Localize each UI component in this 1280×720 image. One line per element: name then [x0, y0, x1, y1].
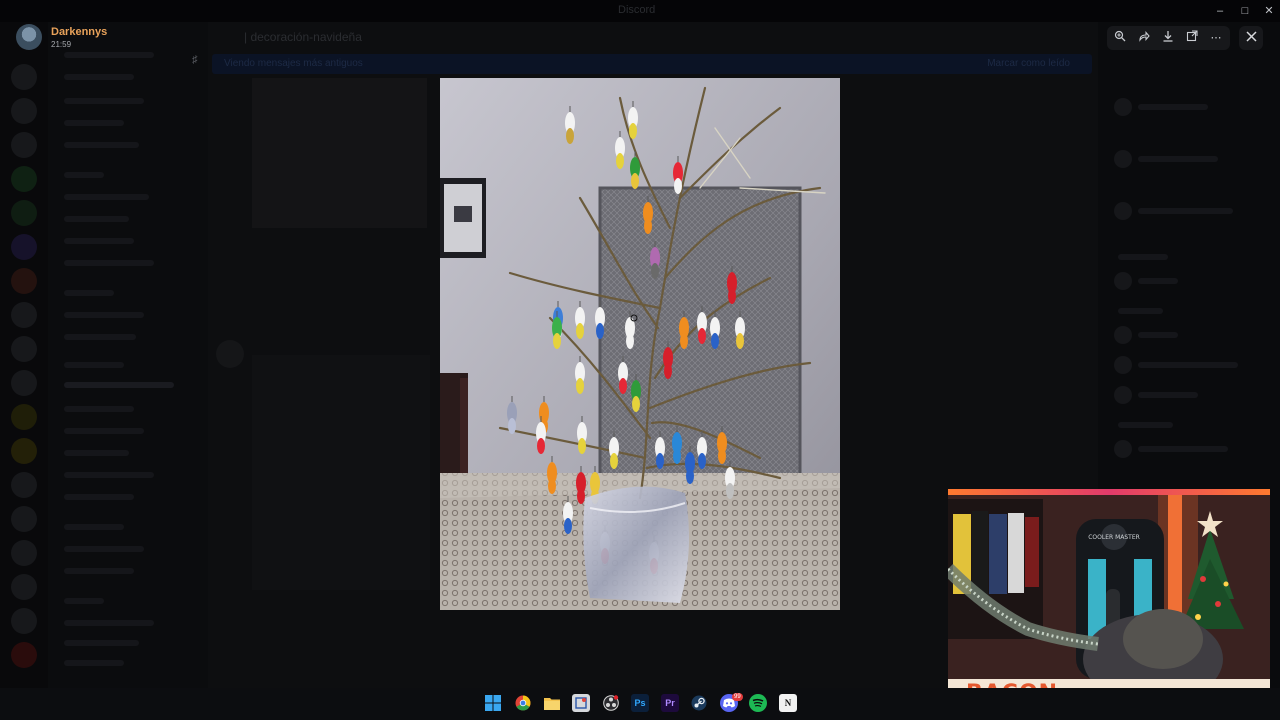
server-icon[interactable]	[11, 404, 37, 430]
chat-image-attachment[interactable]	[252, 355, 430, 590]
server-icon[interactable]	[11, 336, 37, 362]
forward-icon[interactable]	[1136, 30, 1152, 46]
server-icon[interactable]	[11, 438, 37, 464]
more-icon[interactable]: ⋯	[1208, 30, 1224, 46]
avatar[interactable]	[216, 340, 244, 368]
snipping-tool-icon[interactable]	[572, 694, 590, 712]
server-rail	[0, 22, 48, 688]
obs-icon[interactable]	[602, 694, 620, 712]
notice-text: Viendo mensajes más antiguos	[224, 58, 363, 69]
webcam-overlay: COOLER MASTER BACON	[948, 489, 1270, 710]
notion-icon[interactable]: N	[779, 694, 797, 712]
server-icon[interactable]	[11, 64, 37, 90]
window-titlebar: Discord – □ ✕	[0, 0, 1280, 22]
download-icon[interactable]	[1160, 30, 1176, 46]
mark-read-link[interactable]: Marcar como leído	[987, 58, 1070, 69]
server-icon[interactable]	[11, 302, 37, 328]
zoom-in-icon[interactable]	[1112, 30, 1128, 46]
server-icon[interactable]	[11, 98, 37, 124]
server-icon[interactable]	[11, 132, 37, 158]
premiere-icon[interactable]: Pr	[661, 694, 679, 712]
server-icon[interactable]	[11, 540, 37, 566]
desktop: Discord – □ ✕ | decoración-navideña Vien…	[0, 0, 1280, 720]
file-explorer-icon[interactable]	[543, 694, 561, 712]
server-icon[interactable]	[11, 268, 37, 294]
server-icon[interactable]	[11, 642, 37, 668]
server-icon[interactable]	[11, 574, 37, 600]
minimize-icon[interactable]: –	[1212, 3, 1228, 19]
chat-image-attachment[interactable]	[252, 78, 427, 228]
chair-brand-text: COOLER MASTER	[1088, 534, 1140, 541]
channel-name: | decoración-navideña	[244, 30, 362, 44]
server-icon[interactable]	[11, 506, 37, 532]
channel-list	[48, 22, 208, 688]
status-time: 21:59	[51, 40, 72, 49]
enlarged-photo[interactable]	[440, 78, 840, 610]
window-close-icon[interactable]: ✕	[1261, 3, 1277, 19]
close-viewer-button[interactable]	[1239, 26, 1263, 50]
server-icon[interactable]	[11, 166, 37, 192]
discord-notification-badge: 99	[732, 693, 743, 701]
username: Darkennys	[51, 26, 108, 38]
avatar[interactable]	[16, 24, 42, 50]
notification-bell-icon[interactable]: ♯	[192, 54, 198, 66]
server-icon[interactable]	[11, 472, 37, 498]
window-title: Discord	[618, 4, 656, 16]
unread-notice-bar[interactable]: Viendo mensajes más antiguos Marcar como…	[212, 54, 1092, 74]
photoshop-icon[interactable]: Ps	[631, 694, 649, 712]
maximize-icon[interactable]: □	[1237, 3, 1253, 19]
open-external-icon[interactable]	[1184, 30, 1200, 46]
user-status-panel[interactable]: Darkennys 21:59 ♯	[14, 22, 214, 66]
windows-start-icon[interactable]	[484, 694, 502, 712]
close-icon	[1245, 31, 1257, 42]
server-icon[interactable]	[11, 370, 37, 396]
webcam-border	[948, 489, 1270, 495]
server-icon[interactable]	[11, 200, 37, 226]
steam-icon[interactable]	[690, 694, 708, 712]
media-viewer-toolbar: ⋯	[1107, 26, 1230, 50]
spotify-icon[interactable]	[749, 694, 767, 712]
chrome-icon[interactable]	[514, 694, 532, 712]
server-icon[interactable]	[11, 234, 37, 260]
server-icon[interactable]	[11, 608, 37, 634]
